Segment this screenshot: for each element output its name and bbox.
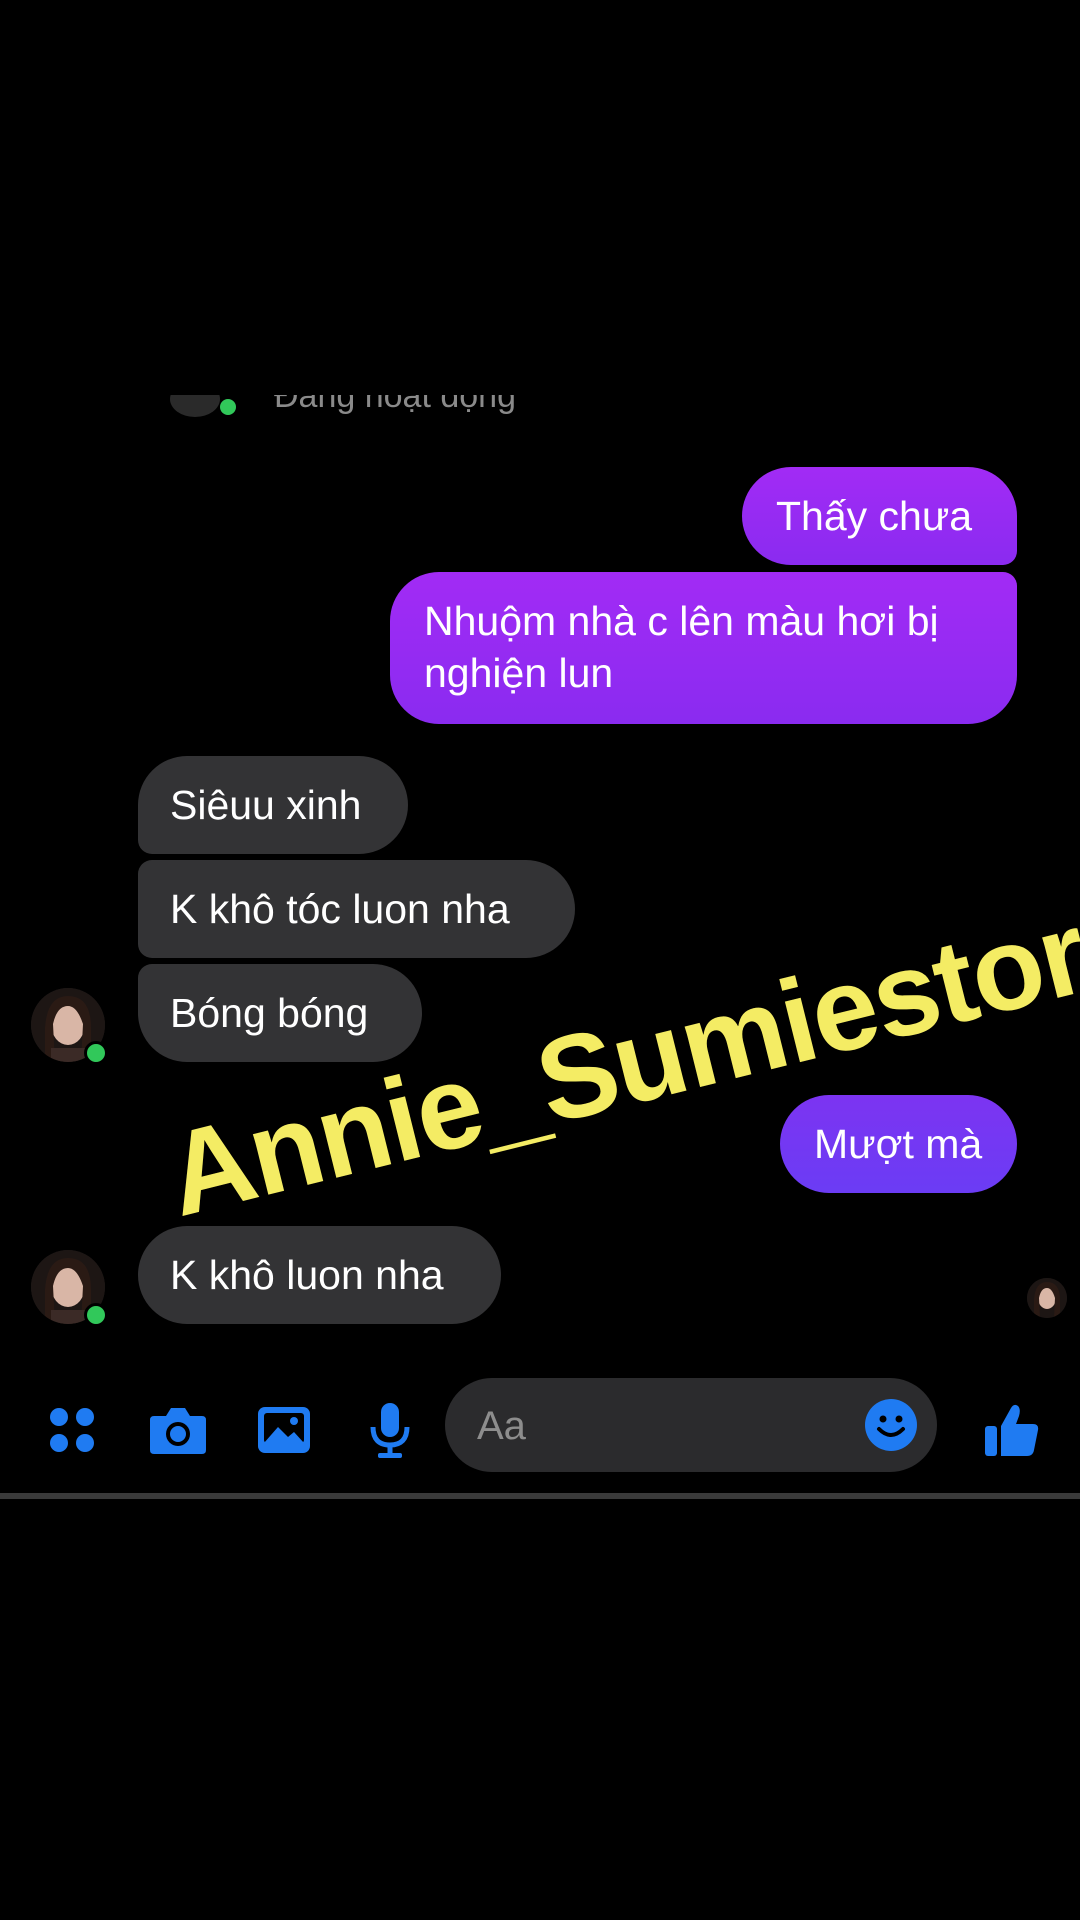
message-text: Nhuộm nhà c lên màu hơi bị nghiện lun [424, 598, 939, 696]
message-bubble-outgoing[interactable]: Thấy chưa [742, 467, 1017, 565]
voice-message-button[interactable] [358, 1398, 422, 1462]
gallery-button[interactable] [252, 1398, 316, 1462]
message-text: Thấy chưa [776, 493, 973, 539]
message-bubble-outgoing[interactable]: Nhuộm nhà c lên màu hơi bị nghiện lun [390, 572, 1017, 724]
more-actions-button[interactable] [40, 1398, 104, 1462]
bottom-divider [0, 1493, 1080, 1499]
message-input[interactable] [475, 1396, 839, 1456]
emoji-button[interactable] [863, 1397, 919, 1453]
message-text: Bóng bóng [170, 990, 369, 1036]
image-icon [258, 1407, 310, 1453]
online-indicator [84, 1041, 108, 1065]
read-receipt-avatar [1027, 1278, 1067, 1318]
message-text: Siêuu xinh [170, 782, 362, 828]
like-button[interactable] [980, 1398, 1044, 1462]
like-icon [985, 1404, 1039, 1456]
messenger-chat-screen: Đang hoạt động Thấy chưa Nhuộm nhà c lên… [0, 0, 1080, 1920]
message-input-box[interactable] [445, 1378, 937, 1472]
online-indicator [220, 399, 236, 415]
contact-mini-avatar [170, 395, 220, 417]
microphone-icon [370, 1403, 410, 1458]
online-indicator [84, 1303, 108, 1327]
message-bubble-incoming[interactable]: K khô tóc luon nha [138, 860, 575, 958]
menu-dots-icon [50, 1408, 94, 1452]
message-bubble-incoming[interactable]: Bóng bóng [138, 964, 422, 1062]
message-bubble-outgoing[interactable]: Mượt mà [780, 1095, 1017, 1193]
message-text: K khô luon nha [170, 1252, 444, 1298]
camera-icon [150, 1408, 206, 1454]
message-bubble-incoming[interactable]: Siêuu xinh [138, 756, 408, 854]
message-text: Mượt mà [814, 1121, 983, 1167]
message-text: K khô tóc luon nha [170, 886, 510, 932]
camera-button[interactable] [146, 1398, 210, 1462]
contact-status-row: Đang hoạt động [160, 395, 560, 429]
emoji-icon [865, 1399, 917, 1451]
contact-status-text: Đang hoạt động [274, 395, 516, 415]
